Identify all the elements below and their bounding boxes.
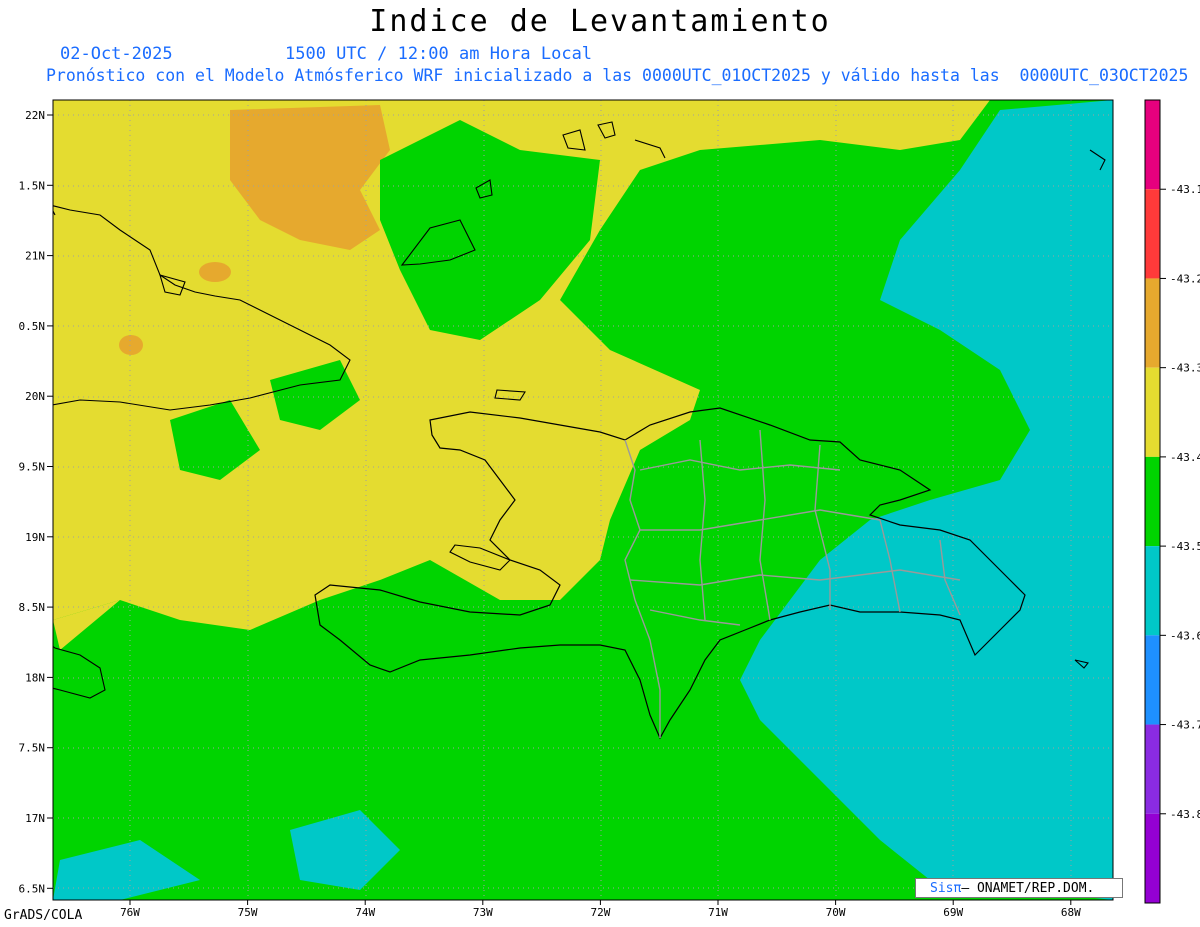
- map-title: Indice de Levantamiento: [369, 4, 831, 39]
- colorbar-label: -43.7: [1170, 719, 1200, 732]
- lat-label: 1.5N: [19, 179, 46, 192]
- colorbar-segment: [1145, 367, 1160, 457]
- lon-label: 70W: [826, 906, 846, 919]
- onamet-logo: Sisπ– ONAMET/REP.DOM.: [915, 878, 1123, 898]
- colorbar-label: -43.2: [1170, 272, 1200, 285]
- valid-time: 1500 UTC / 12:00 am Hora Local: [285, 44, 593, 64]
- colorbar-label: -43.4: [1170, 451, 1200, 464]
- colorbar-segment: [1145, 189, 1160, 279]
- lon-label: 68W: [1061, 906, 1081, 919]
- colorbar-segment: [1145, 100, 1160, 190]
- lat-label: 7.5N: [19, 742, 46, 755]
- forecast-map: 22N 1.5N 21N 0.5N 20N 9.5N 19N 8.5N 18N 7.5N 17N 6.…: [19, 99, 1200, 919]
- lat-label: 19N: [25, 531, 45, 544]
- lon-label: 76W: [120, 906, 140, 919]
- lat-label: 9.5N: [19, 461, 46, 474]
- colorbar-label: -43.3: [1170, 362, 1200, 375]
- lon-label: 74W: [355, 906, 375, 919]
- lat-label: 22N: [25, 109, 45, 122]
- lon-label: 71W: [708, 906, 728, 919]
- lat-label: 0.5N: [19, 320, 46, 333]
- latitude-axis: 22N 1.5N 21N 0.5N 20N 9.5N 19N 8.5N 18N 7.5N 17N 6.…: [19, 109, 53, 895]
- colorbar-label: -43.1: [1170, 183, 1200, 196]
- colorbar-segment: [1145, 724, 1160, 814]
- colorbar-segment: [1145, 813, 1160, 903]
- logo-org-text: – ONAMET/REP.DOM.: [961, 881, 1095, 896]
- lon-label: 69W: [943, 906, 963, 919]
- colorbar-label: -43.8: [1170, 808, 1200, 821]
- lon-label: 72W: [590, 906, 610, 919]
- lat-label: 20N: [25, 390, 45, 403]
- lat-label: 8.5N: [19, 601, 46, 614]
- lat-label: 21N: [25, 250, 45, 263]
- colorbar-label: -43.5: [1170, 540, 1200, 553]
- lat-label: 6.5N: [19, 882, 46, 895]
- longitude-axis: 76W 75W 74W 73W 72W 71W 70W 69W 68W: [120, 900, 1081, 919]
- grads-credit: GrADS/COLA: [4, 908, 83, 923]
- lat-label: 17N: [25, 812, 45, 825]
- colorbar-label: -43.6: [1170, 629, 1200, 642]
- sis-logo-text: Sisπ: [930, 881, 962, 896]
- colorbar: -43.1 -43.2 -43.3 -43.4 -43.5 -43.6 -43.7 -43.8: [1144, 99, 1200, 904]
- colorbar-segment: [1145, 456, 1160, 547]
- lat-label: 18N: [25, 671, 45, 684]
- forecast-description: Pronóstico con el Modelo Atmósferico WRF…: [46, 66, 1189, 85]
- colorbar-segment: [1145, 635, 1160, 725]
- valid-date: 02-Oct-2025: [60, 44, 173, 64]
- colorbar-segment: [1145, 278, 1160, 368]
- colorbar-segment: [1145, 546, 1160, 636]
- lon-label: 73W: [473, 906, 493, 919]
- map-field: [53, 100, 1113, 900]
- lon-label: 75W: [238, 906, 258, 919]
